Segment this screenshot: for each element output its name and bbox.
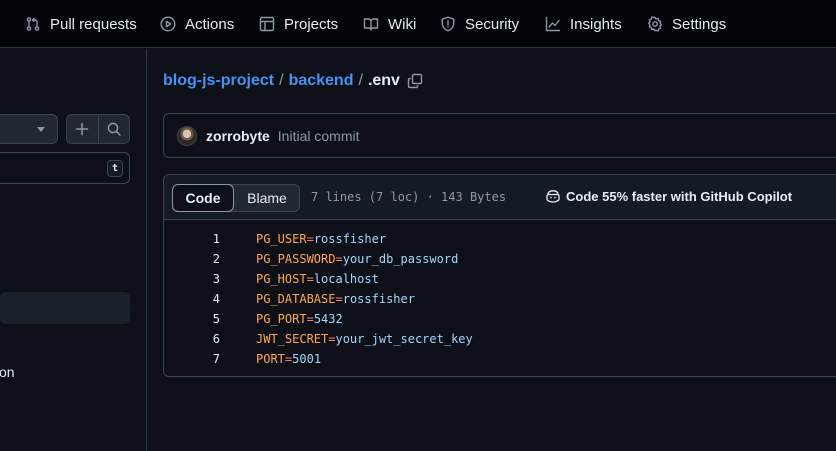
env-equals: = xyxy=(306,272,314,286)
nav-label: Pull requests xyxy=(50,15,137,33)
code-line: 1 PG_USER=rossfisher xyxy=(164,229,836,249)
copy-icon[interactable] xyxy=(407,73,423,89)
file-info: 7 lines (7 loc) · 143 Bytes xyxy=(311,190,507,204)
env-value: rossfisher xyxy=(313,232,387,246)
line-number[interactable]: 5 xyxy=(164,312,220,326)
env-key: PG_USER xyxy=(256,232,307,246)
breadcrumb-file-name: .env xyxy=(367,72,400,89)
search-icon xyxy=(107,122,121,136)
env-key: JWT_SECRET xyxy=(256,332,329,346)
caret-down-icon xyxy=(37,127,45,132)
tab-blame[interactable]: Blame xyxy=(235,185,299,211)
nav-label: Insights xyxy=(570,15,622,33)
breadcrumb: blog-js-project / backend / .env xyxy=(163,70,423,92)
nav-label: Wiki xyxy=(388,15,417,33)
nav-label: Settings xyxy=(672,15,727,33)
breadcrumb-folder-link[interactable]: backend xyxy=(289,72,354,90)
line-code: PG_HOST=localhost xyxy=(256,272,379,286)
env-value: your_jwt_secret_key xyxy=(335,332,473,346)
code-line: 4 PG_DATABASE=rossfisher xyxy=(164,289,836,309)
line-number[interactable]: 7 xyxy=(164,352,220,366)
env-value: your_db_password xyxy=(342,252,459,266)
env-key: PG_HOST xyxy=(256,272,307,286)
line-code: PG_PORT=5432 xyxy=(256,312,343,326)
file-viewer: Code Blame 7 lines (7 loc) · 143 Bytes C… xyxy=(163,174,836,377)
code-content: 1 PG_USER=rossfisher 2 PG_PASSWORD=your_… xyxy=(164,229,836,369)
commit-message[interactable]: Initial commit xyxy=(278,128,360,144)
env-key: PG_DATABASE xyxy=(256,292,336,306)
line-code: PG_USER=rossfisher xyxy=(256,232,386,246)
nav-settings[interactable]: Settings xyxy=(647,14,726,34)
line-number[interactable]: 6 xyxy=(164,332,220,346)
table-icon xyxy=(259,16,275,32)
nav-actions[interactable]: Actions xyxy=(160,14,234,34)
breadcrumb-repo-link[interactable]: blog-js-project xyxy=(163,72,274,90)
line-number[interactable]: 3 xyxy=(164,272,220,286)
env-key: PORT xyxy=(256,352,285,366)
search-button[interactable] xyxy=(97,115,129,143)
code-line: 5 PG_PORT=5432 xyxy=(164,309,836,329)
line-number[interactable]: 1 xyxy=(164,232,220,246)
tree-item-label[interactable]: on xyxy=(0,364,15,380)
copilot-text: Code 55% faster with GitHub Copilot xyxy=(566,188,793,204)
repo-nav: Pull requests Actions Projects Wiki Secu… xyxy=(0,0,836,48)
copilot-promo-link[interactable]: Code 55% faster with GitHub Copilot xyxy=(545,188,792,204)
breadcrumb-separator: / xyxy=(279,72,284,89)
env-key: PG_PORT xyxy=(256,312,307,326)
file-header: Code Blame 7 lines (7 loc) · 143 Bytes C… xyxy=(164,175,836,220)
env-value: localhost xyxy=(313,272,379,286)
tree-item-selected[interactable] xyxy=(0,292,130,324)
nav-label: Projects xyxy=(284,15,339,33)
line-code: PG_DATABASE=rossfisher xyxy=(256,292,415,306)
env-equals: = xyxy=(306,312,314,326)
avatar[interactable] xyxy=(177,125,197,146)
nav-wiki[interactable]: Wiki xyxy=(363,14,416,34)
branch-select[interactable] xyxy=(0,114,58,144)
nav-projects[interactable]: Projects xyxy=(259,14,338,34)
gear-icon xyxy=(648,16,662,32)
line-code: PORT=5001 xyxy=(256,352,321,366)
view-toggle: Code Blame xyxy=(172,184,300,212)
nav-label: Security xyxy=(465,15,520,33)
book-icon xyxy=(363,18,379,31)
env-value: 5432 xyxy=(313,312,343,326)
line-number[interactable]: 4 xyxy=(164,292,220,306)
code-line: 6 JWT_SECRET=your_jwt_secret_key xyxy=(164,329,836,349)
latest-commit-box: zorrobyte Initial commit xyxy=(163,113,836,158)
file-actions xyxy=(66,114,130,144)
line-code: PG_PASSWORD=your_db_password xyxy=(256,252,458,266)
file-tree-sidebar: t on xyxy=(0,49,147,451)
commit-author[interactable]: zorrobyte xyxy=(206,128,270,144)
add-file-button[interactable] xyxy=(67,115,98,143)
copilot-icon xyxy=(546,190,560,203)
shortcut-key: t xyxy=(107,160,123,177)
pull-request-icon xyxy=(26,17,40,31)
play-circle-icon xyxy=(160,16,176,32)
code-line: 3 PG_HOST=localhost xyxy=(164,269,836,289)
nav-insights[interactable]: Insights xyxy=(545,14,622,34)
line-code: JWT_SECRET=your_jwt_secret_key xyxy=(256,332,473,346)
line-number[interactable]: 2 xyxy=(164,252,220,266)
env-equals: = xyxy=(335,252,343,266)
env-equals: = xyxy=(306,232,314,246)
code-line: 7 PORT=5001 xyxy=(164,349,836,369)
nav-security[interactable]: Security xyxy=(440,14,519,34)
env-value: rossfisher xyxy=(342,292,415,306)
go-to-file-input[interactable]: t xyxy=(0,152,130,184)
nav-label: Actions xyxy=(185,15,235,33)
graph-icon xyxy=(545,16,561,32)
tab-code[interactable]: Code xyxy=(172,184,234,212)
env-equals: = xyxy=(335,292,343,306)
code-line: 2 PG_PASSWORD=your_db_password xyxy=(164,249,836,269)
env-value: 5001 xyxy=(292,352,322,366)
nav-pull-requests[interactable]: Pull requests xyxy=(25,14,137,34)
shield-icon xyxy=(441,16,455,32)
breadcrumb-separator: / xyxy=(358,72,363,89)
plus-icon xyxy=(76,122,89,136)
env-key: PG_PASSWORD xyxy=(256,252,336,266)
